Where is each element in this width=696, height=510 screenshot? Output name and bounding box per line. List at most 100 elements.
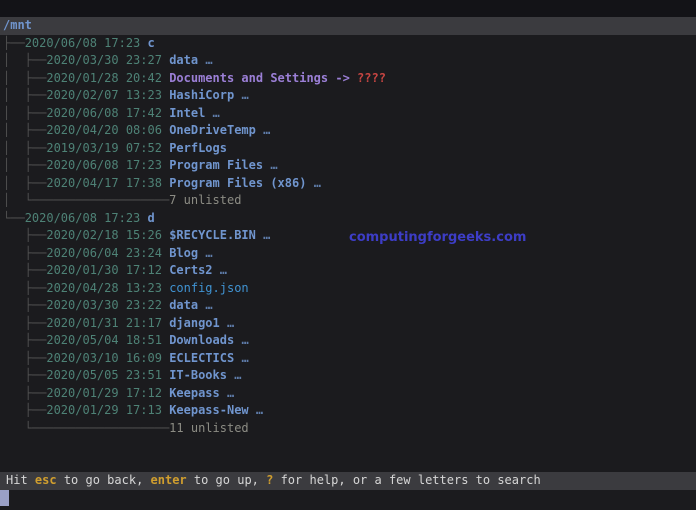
key-hint: esc <box>34 473 57 487</box>
entry-name: OneDriveTemp <box>169 123 256 137</box>
truncation-ellipsis: … <box>219 385 235 400</box>
entry-date: 2020/06/08 17:23 <box>24 210 148 225</box>
entry-name: Certs2 <box>169 263 213 277</box>
tree-branch-line: │ ├── <box>3 105 47 120</box>
tree-row[interactable]: ├──2020/01/29 17:12 Keepass … <box>0 385 696 403</box>
tree-branch-line: │ ├── <box>3 88 47 102</box>
entry-date: 2020/01/31 21:17 <box>46 315 170 330</box>
tree-row[interactable]: │ ├──2020/06/08 17:42 Intel … <box>0 105 696 123</box>
tree-row[interactable]: ├──2020/01/30 17:12 Certs2 … <box>0 262 696 280</box>
tree-row[interactable]: /mnt <box>0 17 696 35</box>
tree-branch-line: │ ├── <box>3 140 47 155</box>
entry-date: 2020/04/28 13:23 <box>46 280 170 295</box>
tree-branch-line: ├── <box>3 298 47 312</box>
unlisted-count: 11 unlisted <box>169 420 249 435</box>
entry-date: 2020/04/20 08:06 <box>46 123 170 137</box>
entry-name: Keepass-New <box>169 403 249 417</box>
watermark: computingforgeeks.com <box>349 230 527 245</box>
tree-branch-line: ├── <box>3 263 47 277</box>
entry-name: Program Files (x86) <box>169 175 307 190</box>
file-tree: /mnt ├──2020/06/08 17:23 c │ ├──2020/03/30… <box>0 17 696 437</box>
tree-row[interactable]: │ ├──2020/04/17 17:38 Program Files (x86… <box>0 175 696 193</box>
tree-branch-line: │ ├── <box>3 123 47 137</box>
tree-branch-line: ├── <box>3 280 47 295</box>
entry-date: 2020/06/04 23:24 <box>46 245 170 260</box>
truncation-ellipsis: … <box>255 123 271 137</box>
tree-row[interactable]: ├──2020/03/30 23:22 data … <box>0 297 696 315</box>
status-text: Hit <box>6 473 35 487</box>
entry-name: Keepass <box>169 385 220 400</box>
truncation-ellipsis: … <box>198 53 213 67</box>
tree-row[interactable]: ├──2020/06/04 23:24 Blog … <box>0 245 696 263</box>
entry-date: 2020/06/08 17:23 <box>46 158 170 172</box>
truncation-ellipsis: … <box>198 245 213 260</box>
tree-branch-line: └─────────────────── <box>3 420 170 435</box>
tree-row[interactable]: ├──2020/05/04 18:51 Downloads … <box>0 332 696 350</box>
tree-branch-line: ├── <box>3 228 47 242</box>
truncation-ellipsis: … <box>205 105 220 120</box>
entry-name: Downloads <box>169 333 235 347</box>
entry-date: 2020/03/30 23:22 <box>46 298 170 312</box>
tree-row[interactable]: ├──2020/05/05 23:51 IT-Books … <box>0 367 696 385</box>
entry-date: 2020/03/10 16:09 <box>46 350 170 365</box>
tree-row[interactable]: └──2020/06/08 17:23 d <box>0 210 696 228</box>
entry-name: $RECYCLE.BIN <box>169 228 256 242</box>
tree-branch-line: ├── <box>3 385 47 400</box>
symlink-target: ???? <box>357 70 386 85</box>
truncation-ellipsis: … <box>234 350 249 365</box>
tree-branch-line: │ ├── <box>3 53 47 67</box>
text-cursor-icon <box>0 490 9 506</box>
tree-row[interactable]: ├──2020/01/29 17:13 Keepass-New … <box>0 402 696 420</box>
tree-row[interactable]: ├──2020/02/18 15:26 $RECYCLE.BIN … <box>0 227 696 245</box>
tree-branch-line: │ ├── <box>3 158 47 172</box>
tree-branch-line: ├── <box>3 35 25 50</box>
entry-name: Program Files <box>169 158 264 172</box>
tree-row[interactable]: │ ├──2020/02/07 13:23 HashiCorp … <box>0 87 696 105</box>
unlisted-count: 7 unlisted <box>169 193 242 207</box>
entry-date: 2020/01/29 17:13 <box>46 403 170 417</box>
tree-row[interactable]: │ ├──2020/01/28 20:42 Documents and Sett… <box>0 70 696 88</box>
entry-date: 2020/01/28 20:42 <box>46 70 170 85</box>
status-text: for help, or a few letters to search <box>273 473 541 487</box>
entry-date: 2020/01/29 17:12 <box>46 385 170 400</box>
entry-name: d <box>147 210 155 225</box>
tree-branch-line: │ ├── <box>3 70 47 85</box>
truncation-ellipsis: … <box>198 298 213 312</box>
tree-row[interactable]: ├──2020/01/31 21:17 django1 … <box>0 315 696 333</box>
root-path: /mnt <box>3 18 32 32</box>
entry-date: 2019/03/19 07:52 <box>46 140 170 155</box>
tree-row: │ └───────────────────7 unlisted <box>0 192 696 210</box>
tree-row[interactable]: ├──2020/06/08 17:23 c <box>0 35 696 53</box>
tree-branch-line: ├── <box>3 368 47 382</box>
tree-row[interactable]: ├──2020/03/10 16:09 ECLECTICS … <box>0 350 696 368</box>
entry-name: Blog <box>169 245 199 260</box>
tree-row[interactable]: │ ├──2020/06/08 17:23 Program Files … <box>0 157 696 175</box>
entry-name: Intel <box>169 105 206 120</box>
truncation-ellipsis: … <box>306 175 321 190</box>
entry-date: 2020/02/07 13:23 <box>46 88 170 102</box>
entry-name: IT-Books <box>169 368 227 382</box>
tree-row[interactable]: │ ├──2020/03/30 23:27 data … <box>0 52 696 70</box>
terminal-screen: /mnt ├──2020/06/08 17:23 c │ ├──2020/03/30… <box>0 0 696 510</box>
entry-name: data <box>169 298 199 312</box>
tree-row[interactable]: │ ├──2019/03/19 07:52 PerfLogs <box>0 140 696 158</box>
tree-row[interactable]: ├──2020/04/28 13:23 config.json <box>0 280 696 298</box>
entry-name: Documents and Settings <box>169 70 329 85</box>
truncation-ellipsis: … <box>219 315 235 330</box>
entry-name: config.json <box>169 280 249 295</box>
tree-branch-line: │ └─────────────────── <box>3 193 170 207</box>
entry-name: data <box>169 53 199 67</box>
status-text: to go back, <box>56 473 151 487</box>
symlink-arrow: -> <box>328 70 358 85</box>
status-bar: Hit esc to go back, enter to go up, ? fo… <box>0 472 696 490</box>
entry-date: 2020/01/30 17:12 <box>46 263 170 277</box>
entry-name: PerfLogs <box>169 140 227 155</box>
entry-date: 2020/05/05 23:51 <box>46 368 170 382</box>
status-text: to go up, <box>186 473 267 487</box>
tree-row[interactable]: │ ├──2020/04/20 08:06 OneDriveTemp … <box>0 122 696 140</box>
tree-branch-line: │ ├── <box>3 175 47 190</box>
entry-name: c <box>147 35 155 50</box>
tree-branch-line: ├── <box>3 333 47 347</box>
search-input[interactable] <box>0 490 696 507</box>
key-hint: enter <box>150 473 187 487</box>
